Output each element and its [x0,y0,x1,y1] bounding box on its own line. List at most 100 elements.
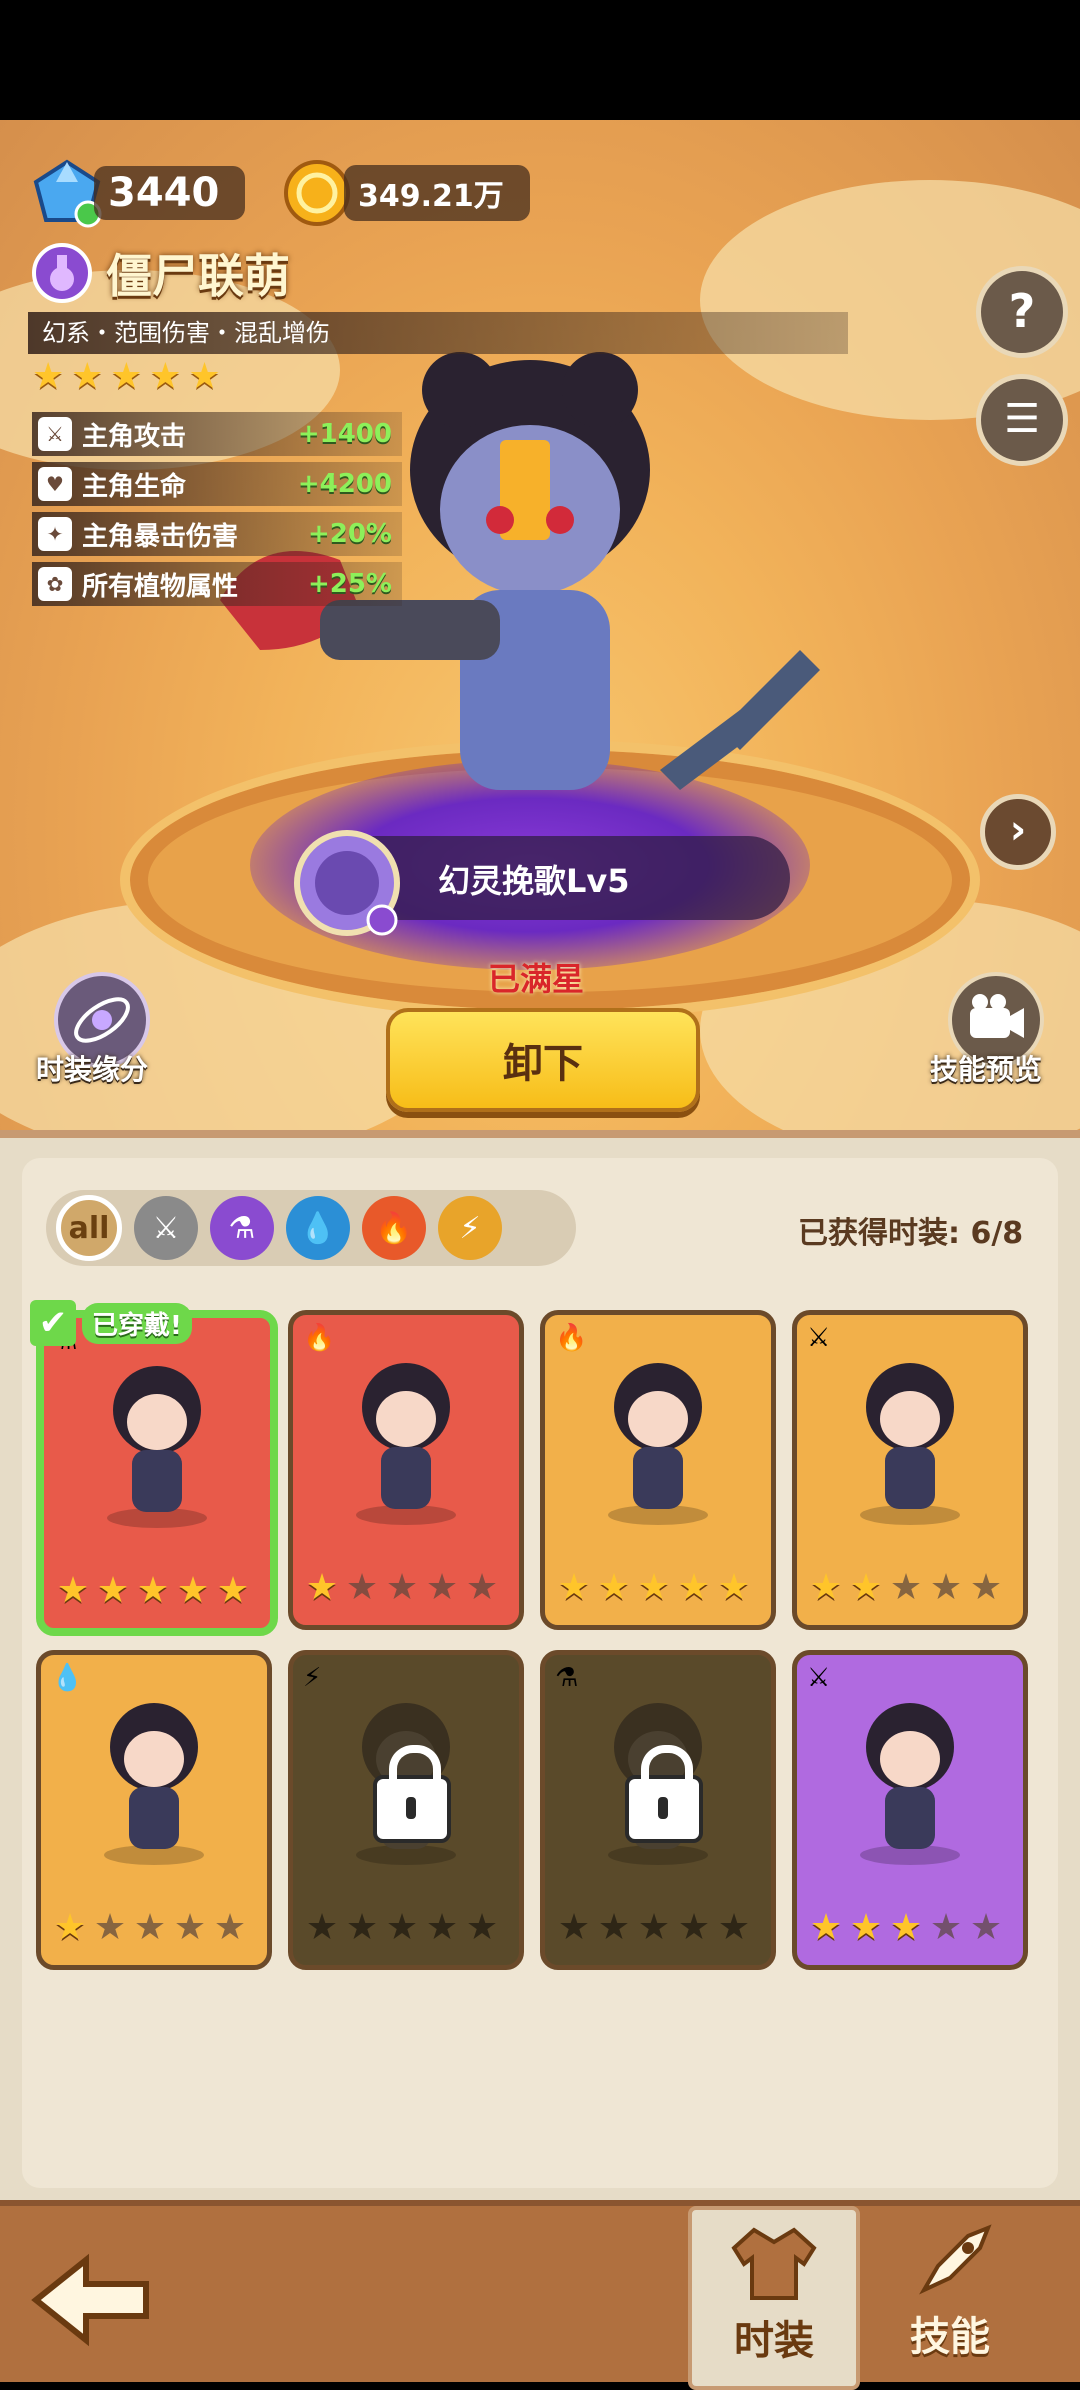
unequip-label: 卸下 [503,1041,583,1087]
star-icon: ★ [345,1567,379,1608]
crit-icon: ✦ [38,517,72,551]
fashion-panel: all ⚔ ⚗ 💧 🔥 ⚡ 已获得时装: 6/8 ⚗★★★★★✔已穿戴!🔥★★★… [0,1130,1080,2208]
unequip-button[interactable]: 卸下 [386,1008,700,1112]
star-icon: ★ [557,1907,591,1948]
star-icon: ★ [557,1567,591,1608]
character-portrait [107,1366,207,1528]
worn-badge: ✔ 已穿戴! [30,1300,192,1346]
fashion-card[interactable]: ⚗★★★★★ [540,1650,776,1970]
sword-icon: ⚔ [807,1663,831,1693]
star-icon: ★ [677,1567,711,1608]
stat-row-plants: ✿ 所有植物属性 +25% [32,562,402,606]
character-portrait [608,1363,708,1525]
element-filter-bar: all ⚔ ⚗ 💧 🔥 ⚡ [46,1190,576,1266]
coin-counter[interactable]: 349.21万 [282,158,530,228]
star-icon: ★ [465,1567,499,1608]
character-portrait [104,1703,204,1865]
card-stars: ★ ★ ★ ★ ★ [303,1909,501,1947]
check-icon: ✔ [30,1300,76,1346]
hero-title: 僵尸联萌 [32,240,290,306]
star-icon: ★ [717,1567,751,1608]
fashion-card[interactable]: 💧 ★ ★ ★ ★ ★ [36,1650,272,1970]
tab-fashion[interactable]: 时装 [688,2206,860,2390]
max-star-text: 已满星 [488,960,585,998]
fashion-card[interactable]: ⚔ ★ ★ ★ ★ ★ [792,1650,1028,1970]
skill-name: 幻灵挽歌Lv5 [438,862,630,900]
star-icon: ★ [809,1567,843,1608]
card-stars: ★ ★ ★ ★ ★ [303,1569,501,1607]
filter-sword[interactable]: ⚔ [134,1196,198,1260]
back-button[interactable] [26,2250,156,2354]
card-stars: ★ ★ ★ ★ ★ [807,1569,1005,1607]
star-icon: ★ [677,1907,711,1948]
menu-button[interactable]: ☰ [976,374,1068,466]
star-icon: ★ [149,356,182,397]
jacket-icon [731,2227,817,2300]
star-icon: ★ [597,1907,631,1948]
tab-skill[interactable]: 技能 [868,2206,1032,2382]
status-bar [0,0,1080,120]
stat-value: +25% [307,569,392,599]
stat-value: +4200 [297,469,392,499]
filter-fire[interactable]: 🔥 [362,1196,426,1260]
stat-row-crit: ✦ 主角暴击伤害 +20% [32,512,402,556]
star-icon: ★ [188,356,221,397]
star-icon: ★ [93,1907,127,1948]
star-icon: ★ [173,1907,207,1948]
tab-skill-label: 技能 [910,2314,990,2360]
star-icon: ★ [465,1907,499,1948]
fire-icon: 🔥 [303,1323,336,1353]
hero-showcase: 3440 349.21万 僵尸联萌 幻系・范围伤害・混乱增伤 ★ ★ ★ ★ ★… [0,120,1080,1130]
potion-icon: ⚗ [228,1210,256,1246]
sword-icon: ⚔ [38,417,72,451]
star-icon: ★ [53,1907,87,1948]
stat-row-attack: ⚔ 主角攻击 +1400 [32,412,402,456]
skill-icon [294,830,400,936]
sword-icon: ⚔ [807,1323,831,1353]
filter-all[interactable]: all [56,1195,122,1261]
filter-potion[interactable]: ⚗ [210,1196,274,1260]
sword-icon: ⚔ [152,1210,180,1246]
star-icon: ★ [213,1907,247,1948]
gem-counter[interactable]: 3440 [32,158,246,228]
fashion-card[interactable]: ⚡ ★ ★ ★ ★ ★ [288,1650,524,1970]
fashion-card[interactable]: ⚗★★★★★ [36,1310,278,1636]
lightning-icon: ⚡ [459,1210,481,1246]
fashion-card[interactable]: 🔥 ★ ★ ★ ★ ★ [540,1310,776,1630]
fashion-card[interactable]: 🔥 ★ ★ ★ ★ ★ [288,1310,524,1630]
character-portrait [860,1363,960,1525]
rocket-icon [919,2224,992,2295]
fashion-card[interactable]: ⚔ ★ ★ ★ ★ ★ [792,1310,1028,1630]
coin-icon [284,160,350,226]
stat-row-health: ♥ 主角生命 +4200 [32,462,402,506]
card-stars: ★ ★ ★ ★ ★ [54,1572,252,1610]
list-icon: ☰ [1004,396,1040,442]
question-icon: ? [1008,284,1036,338]
lightning-icon: ⚡ [303,1663,322,1693]
filter-lightning[interactable]: ⚡ [438,1196,502,1260]
hero-name: 僵尸联萌 [106,249,290,303]
lock-icon [625,1745,703,1843]
lock-icon [373,1745,451,1843]
star-icon: ★ [425,1567,459,1608]
star-icon: ★ [929,1907,963,1948]
next-arrow-button[interactable]: › [980,794,1056,870]
star-icon: ★ [597,1567,631,1608]
hero-tags: 幻系・范围伤害・混乱增伤 [28,312,848,354]
stat-value: +1400 [297,419,392,449]
star-icon: ★ [717,1907,751,1948]
star-icon: ★ [385,1567,419,1608]
stat-label: 主角暴击伤害 [82,521,239,552]
star-icon: ★ [345,1907,379,1948]
star-icon: ★ [425,1907,459,1948]
star-icon: ★ [889,1907,923,1948]
star-icon: ★ [71,356,104,397]
hero-stars: ★ ★ ★ ★ ★ [32,356,222,397]
filter-water[interactable]: 💧 [286,1196,350,1260]
star-icon: ★ [305,1907,339,1948]
filter-all-label: all [68,1210,110,1246]
help-button[interactable]: ? [976,266,1068,358]
card-stars: ★ ★ ★ ★ ★ [555,1569,753,1607]
card-stars: ★ ★ ★ ★ ★ [807,1909,1005,1947]
star-icon: ★ [889,1567,923,1608]
